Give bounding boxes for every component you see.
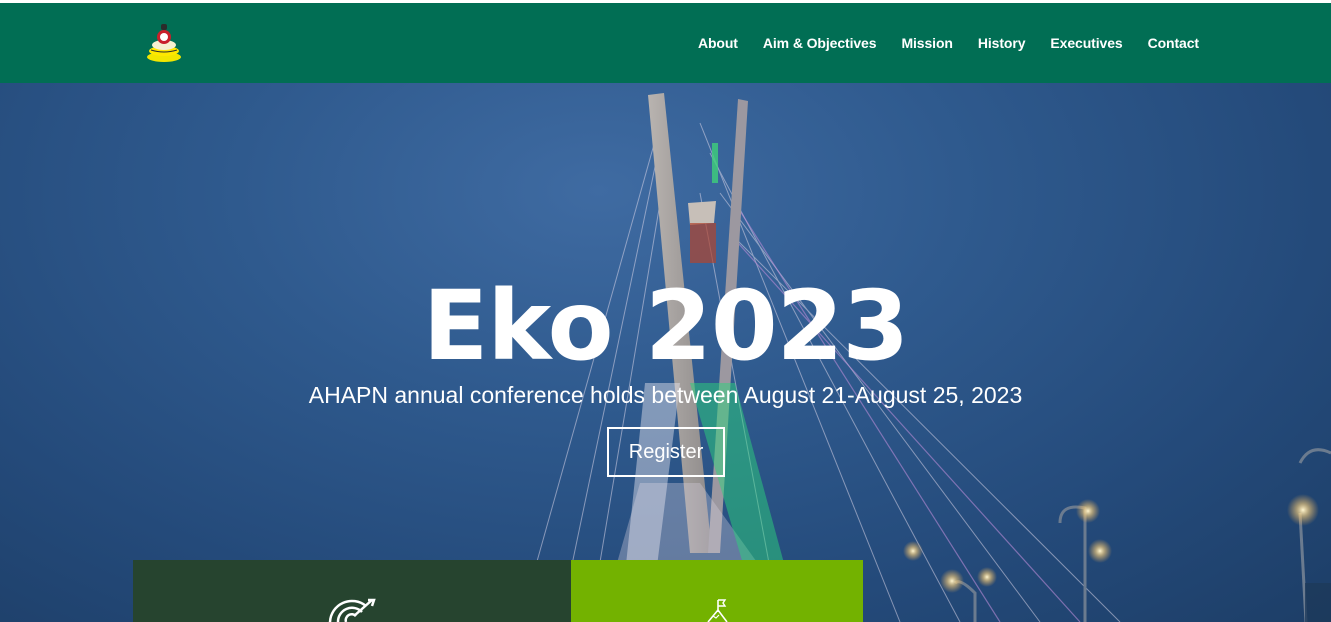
flag-summit-icon — [705, 598, 729, 622]
nav-aim-objectives[interactable]: Aim & Objectives — [763, 35, 877, 51]
hero-title: Eko 2023 — [422, 270, 909, 382]
register-button[interactable]: Register — [607, 427, 725, 477]
nav-history[interactable]: History — [978, 35, 1026, 51]
feature-card-mission[interactable] — [571, 560, 863, 622]
nav-executives[interactable]: Executives — [1050, 35, 1122, 51]
nav-mission[interactable]: Mission — [901, 35, 953, 51]
nav-about[interactable]: About — [698, 35, 738, 51]
hero-subtitle: AHAPN annual conference holds between Au… — [308, 382, 1023, 408]
nav-contact[interactable]: Contact — [1148, 35, 1200, 51]
ahapn-logo-icon[interactable] — [143, 20, 185, 66]
feature-card-aims[interactable] — [133, 560, 571, 622]
site-header: About Aim & Objectives Mission History E… — [0, 3, 1331, 83]
main-nav: About Aim & Objectives Mission History E… — [673, 3, 1199, 83]
hero-banner: Eko 2023 AHAPN annual conference holds b… — [0, 83, 1331, 622]
target-icon — [328, 598, 378, 622]
